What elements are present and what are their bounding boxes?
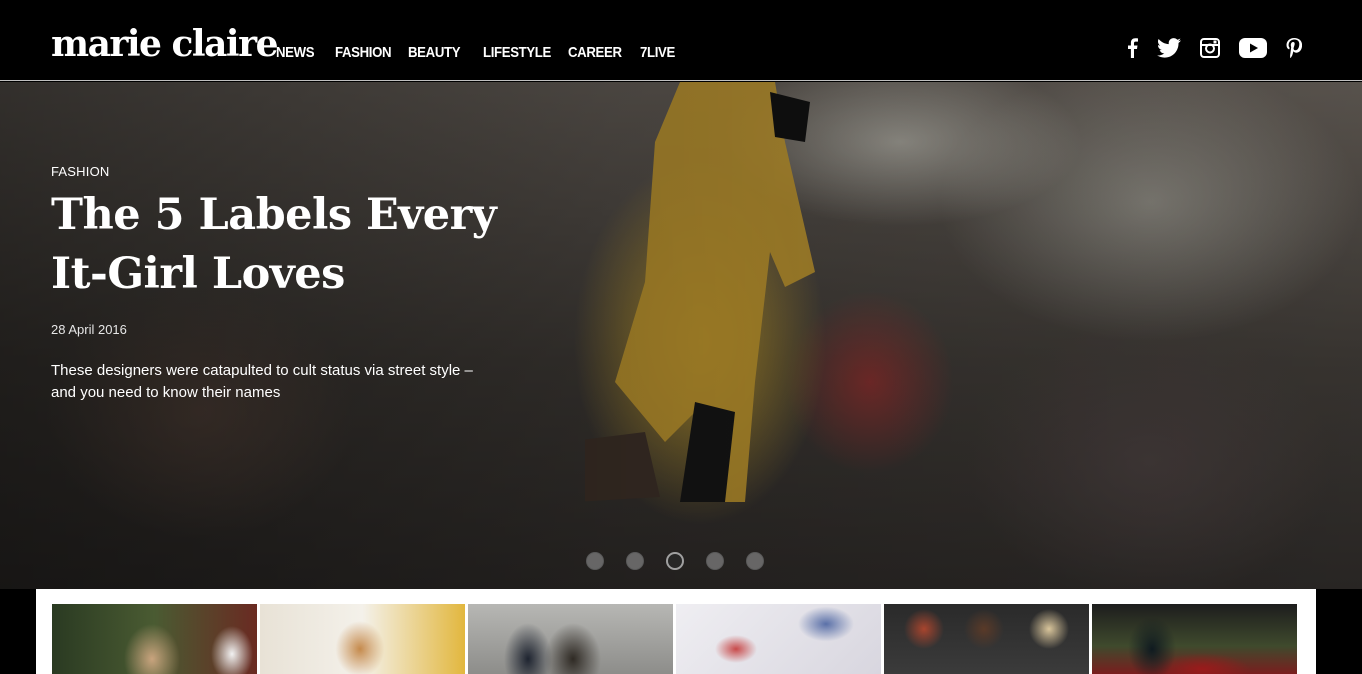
hero-slide[interactable]: FASHION The 5 Labels Every It-Girl Loves… [0,82,1362,589]
nav-7live[interactable]: 7LIVE [640,44,675,61]
hero-overlay [0,82,1362,589]
slider-dot[interactable] [586,552,604,570]
nav-beauty[interactable]: BEAUTY [408,44,461,61]
social-links [1126,38,1303,63]
nav-fashion[interactable]: FASHION [335,44,392,61]
thumbnail-met-gala-red-carpet[interactable] [1092,604,1297,674]
hero-title[interactable]: The 5 Labels Every It-Girl Loves [51,186,571,304]
site-logo[interactable]: marie claire [51,22,278,66]
thumbnail-sex-and-the-city-cast[interactable] [884,604,1089,674]
thumbnail-strip [36,589,1316,674]
hero-title-line-2[interactable]: It-Girl Loves [51,249,345,299]
instagram-icon[interactable] [1200,38,1220,63]
thumbnail-street-style-couple[interactable] [468,604,673,674]
youtube-icon[interactable] [1239,38,1267,63]
nav-news[interactable]: NEWS [276,44,315,61]
thumbnail-list [52,604,1297,674]
slider-dot[interactable] [626,552,644,570]
pinterest-icon[interactable] [1286,38,1303,63]
slider-dot[interactable] [706,552,724,570]
thumbnail-tv-week-logies[interactable] [260,604,465,674]
hero-title-line-1[interactable]: The 5 Labels Every [51,190,497,240]
site-header: marie claire NEWS FASHION BEAUTY LIFESTYLE C… [0,0,1362,81]
nav-lifestyle[interactable]: LIFESTYLE [483,44,551,61]
thumbnail-beauty-products-flatlay[interactable] [676,604,881,674]
nav-career[interactable]: CAREER [568,44,622,61]
slider-dot-active[interactable] [666,552,684,570]
hero-category[interactable]: FASHION [51,164,109,179]
slider-dot[interactable] [746,552,764,570]
twitter-icon[interactable] [1157,38,1181,63]
hero-date: 28 April 2016 [51,322,127,337]
facebook-icon[interactable] [1126,38,1138,63]
thumbnail-red-carpet-gold-dress[interactable] [52,604,257,674]
hero-description: These designers were catapulted to cult … [51,362,473,401]
slider-dots [586,552,764,570]
